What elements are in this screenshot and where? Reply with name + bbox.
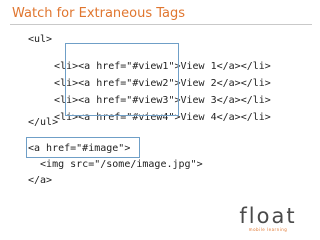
logo-word: float	[239, 204, 297, 228]
title-divider	[10, 24, 312, 25]
anchor-highlight-box	[65, 43, 179, 116]
code-line-ul-close: </ul>	[28, 117, 59, 128]
anchor-image-highlight-box	[26, 137, 140, 158]
code-line-ul-open: <ul>	[28, 34, 53, 45]
code-li-rest: View 4</a></li>	[180, 112, 271, 123]
code-line-anchor-close: </a>	[28, 175, 53, 186]
code-line-img: <img src="/some/image.jpg">	[28, 159, 203, 170]
slide-title: Watch for Extraneous Tags	[12, 6, 186, 21]
float-logo: float mobile learning	[228, 205, 308, 233]
